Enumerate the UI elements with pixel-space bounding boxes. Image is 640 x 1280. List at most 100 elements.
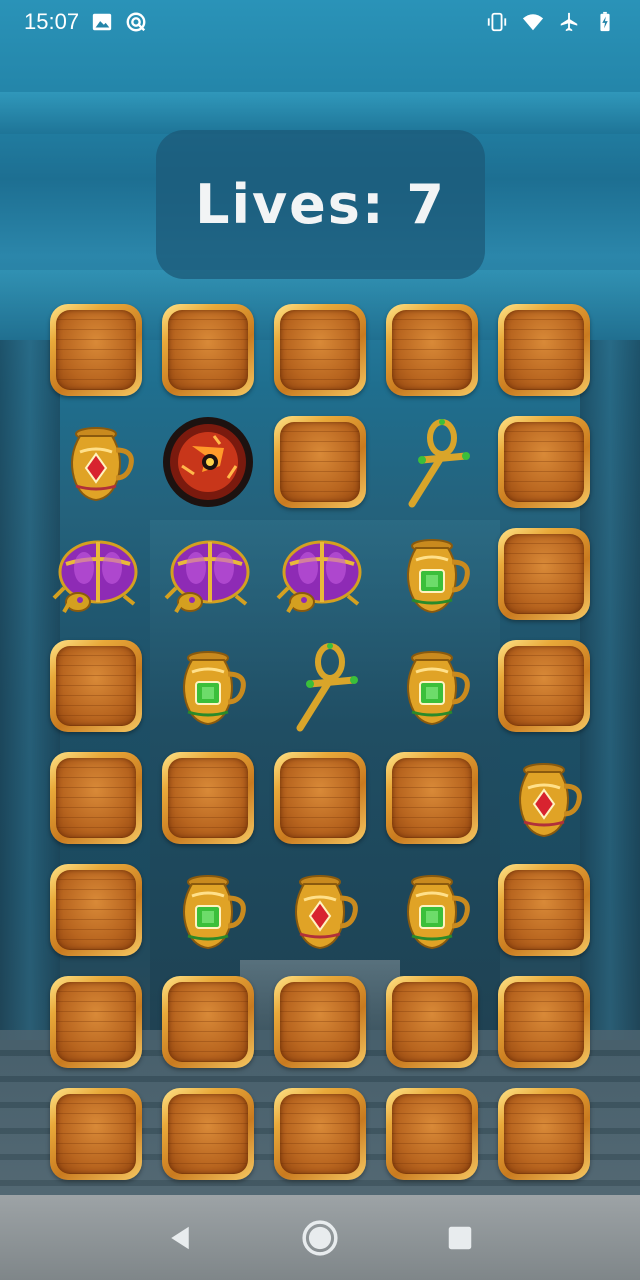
revealed-tile[interactable]	[498, 752, 590, 844]
wifi-icon	[522, 14, 544, 31]
sync-icon	[126, 12, 146, 32]
tile-frame	[50, 1088, 142, 1180]
tile-frame	[386, 1088, 478, 1180]
hidden-tile[interactable]	[50, 976, 142, 1068]
hidden-tile[interactable]	[498, 976, 590, 1068]
hidden-tile[interactable]	[498, 640, 590, 732]
hidden-tile[interactable]	[274, 1088, 366, 1180]
emerald-vase-icon	[407, 651, 470, 726]
tile-face	[392, 982, 472, 1062]
tile-frame	[50, 304, 142, 396]
ruby-vase-icon	[71, 427, 134, 502]
tile-frame	[274, 1088, 366, 1180]
scarab-icon	[52, 540, 138, 613]
revealed-tile[interactable]	[50, 528, 142, 620]
tile-frame	[498, 1088, 590, 1180]
tile-frame	[274, 416, 366, 508]
tile-frame	[498, 640, 590, 732]
scarab-icon	[276, 540, 362, 613]
revealed-tile[interactable]	[386, 864, 478, 956]
tile-frame	[162, 976, 254, 1068]
revealed-tile[interactable]	[162, 416, 254, 508]
tile-frame	[386, 304, 478, 396]
ankh-icon	[408, 419, 470, 508]
tile-face	[56, 758, 136, 838]
tile-face	[280, 310, 360, 390]
back-button[interactable]	[160, 1218, 200, 1258]
revealed-tile[interactable]	[274, 528, 366, 620]
recents-button[interactable]	[440, 1218, 480, 1258]
revealed-tile[interactable]	[386, 640, 478, 732]
clock: 15:07	[24, 9, 80, 34]
tile-face	[280, 422, 360, 502]
tile-frame	[498, 864, 590, 956]
ankh-icon	[296, 643, 358, 732]
tile-frame	[162, 1088, 254, 1180]
lives-counter: Lives: 7	[195, 173, 446, 236]
revealed-tile[interactable]	[386, 416, 478, 508]
home-button[interactable]	[300, 1218, 340, 1258]
tile-frame	[50, 640, 142, 732]
tile-frame	[498, 416, 590, 508]
hidden-tile[interactable]	[498, 304, 590, 396]
emerald-vase-icon	[407, 875, 470, 950]
vibrate-icon	[487, 12, 507, 32]
tile-face	[56, 310, 136, 390]
hidden-tile[interactable]	[386, 304, 478, 396]
hidden-tile[interactable]	[162, 304, 254, 396]
revealed-tile[interactable]	[162, 640, 254, 732]
hidden-tile[interactable]	[50, 752, 142, 844]
recents-icon	[448, 1226, 472, 1250]
tile-face	[504, 1094, 584, 1174]
tile-frame	[162, 752, 254, 844]
revealed-tile[interactable]	[274, 864, 366, 956]
ruby-vase-icon	[295, 875, 358, 950]
revealed-tile[interactable]	[162, 528, 254, 620]
tile-frame	[50, 976, 142, 1068]
revealed-tile[interactable]	[386, 528, 478, 620]
hidden-tile[interactable]	[50, 1088, 142, 1180]
hidden-tile[interactable]	[498, 864, 590, 956]
tile-frame	[498, 528, 590, 620]
hidden-tile[interactable]	[386, 752, 478, 844]
ruby-vase-icon	[519, 763, 582, 838]
tile-face	[280, 1094, 360, 1174]
tile-face	[504, 870, 584, 950]
hidden-tile[interactable]	[162, 976, 254, 1068]
tile-face	[504, 982, 584, 1062]
ceiling-beam	[0, 92, 640, 134]
hidden-tile[interactable]	[50, 640, 142, 732]
battery-charging-icon	[600, 11, 610, 32]
revealed-tile[interactable]	[162, 864, 254, 956]
hidden-tile[interactable]	[386, 1088, 478, 1180]
hidden-tile[interactable]	[498, 1088, 590, 1180]
hidden-tile[interactable]	[498, 528, 590, 620]
lives-panel: Lives: 7	[156, 130, 485, 279]
tile-face	[504, 422, 584, 502]
revealed-tile[interactable]	[274, 640, 366, 732]
emerald-vase-icon	[407, 539, 470, 614]
hidden-tile[interactable]	[162, 752, 254, 844]
hidden-tile[interactable]	[386, 976, 478, 1068]
hidden-tile[interactable]	[274, 416, 366, 508]
image-icon	[92, 13, 112, 31]
hidden-tile[interactable]	[274, 976, 366, 1068]
revealed-tile[interactable]	[50, 416, 142, 508]
hidden-tile[interactable]	[50, 864, 142, 956]
hidden-tile[interactable]	[162, 1088, 254, 1180]
tile-face	[280, 758, 360, 838]
hidden-tile[interactable]	[274, 304, 366, 396]
scarab-icon	[164, 540, 250, 613]
tile-frame	[274, 976, 366, 1068]
game-board	[50, 304, 590, 1180]
tile-face	[280, 982, 360, 1062]
tile-frame	[386, 752, 478, 844]
hidden-tile[interactable]	[50, 304, 142, 396]
hidden-tile[interactable]	[274, 752, 366, 844]
tile-face	[504, 310, 584, 390]
hidden-tile[interactable]	[498, 416, 590, 508]
emerald-vase-icon	[183, 875, 246, 950]
tile-face	[168, 1094, 248, 1174]
tile-frame	[386, 976, 478, 1068]
tile-face	[392, 1094, 472, 1174]
